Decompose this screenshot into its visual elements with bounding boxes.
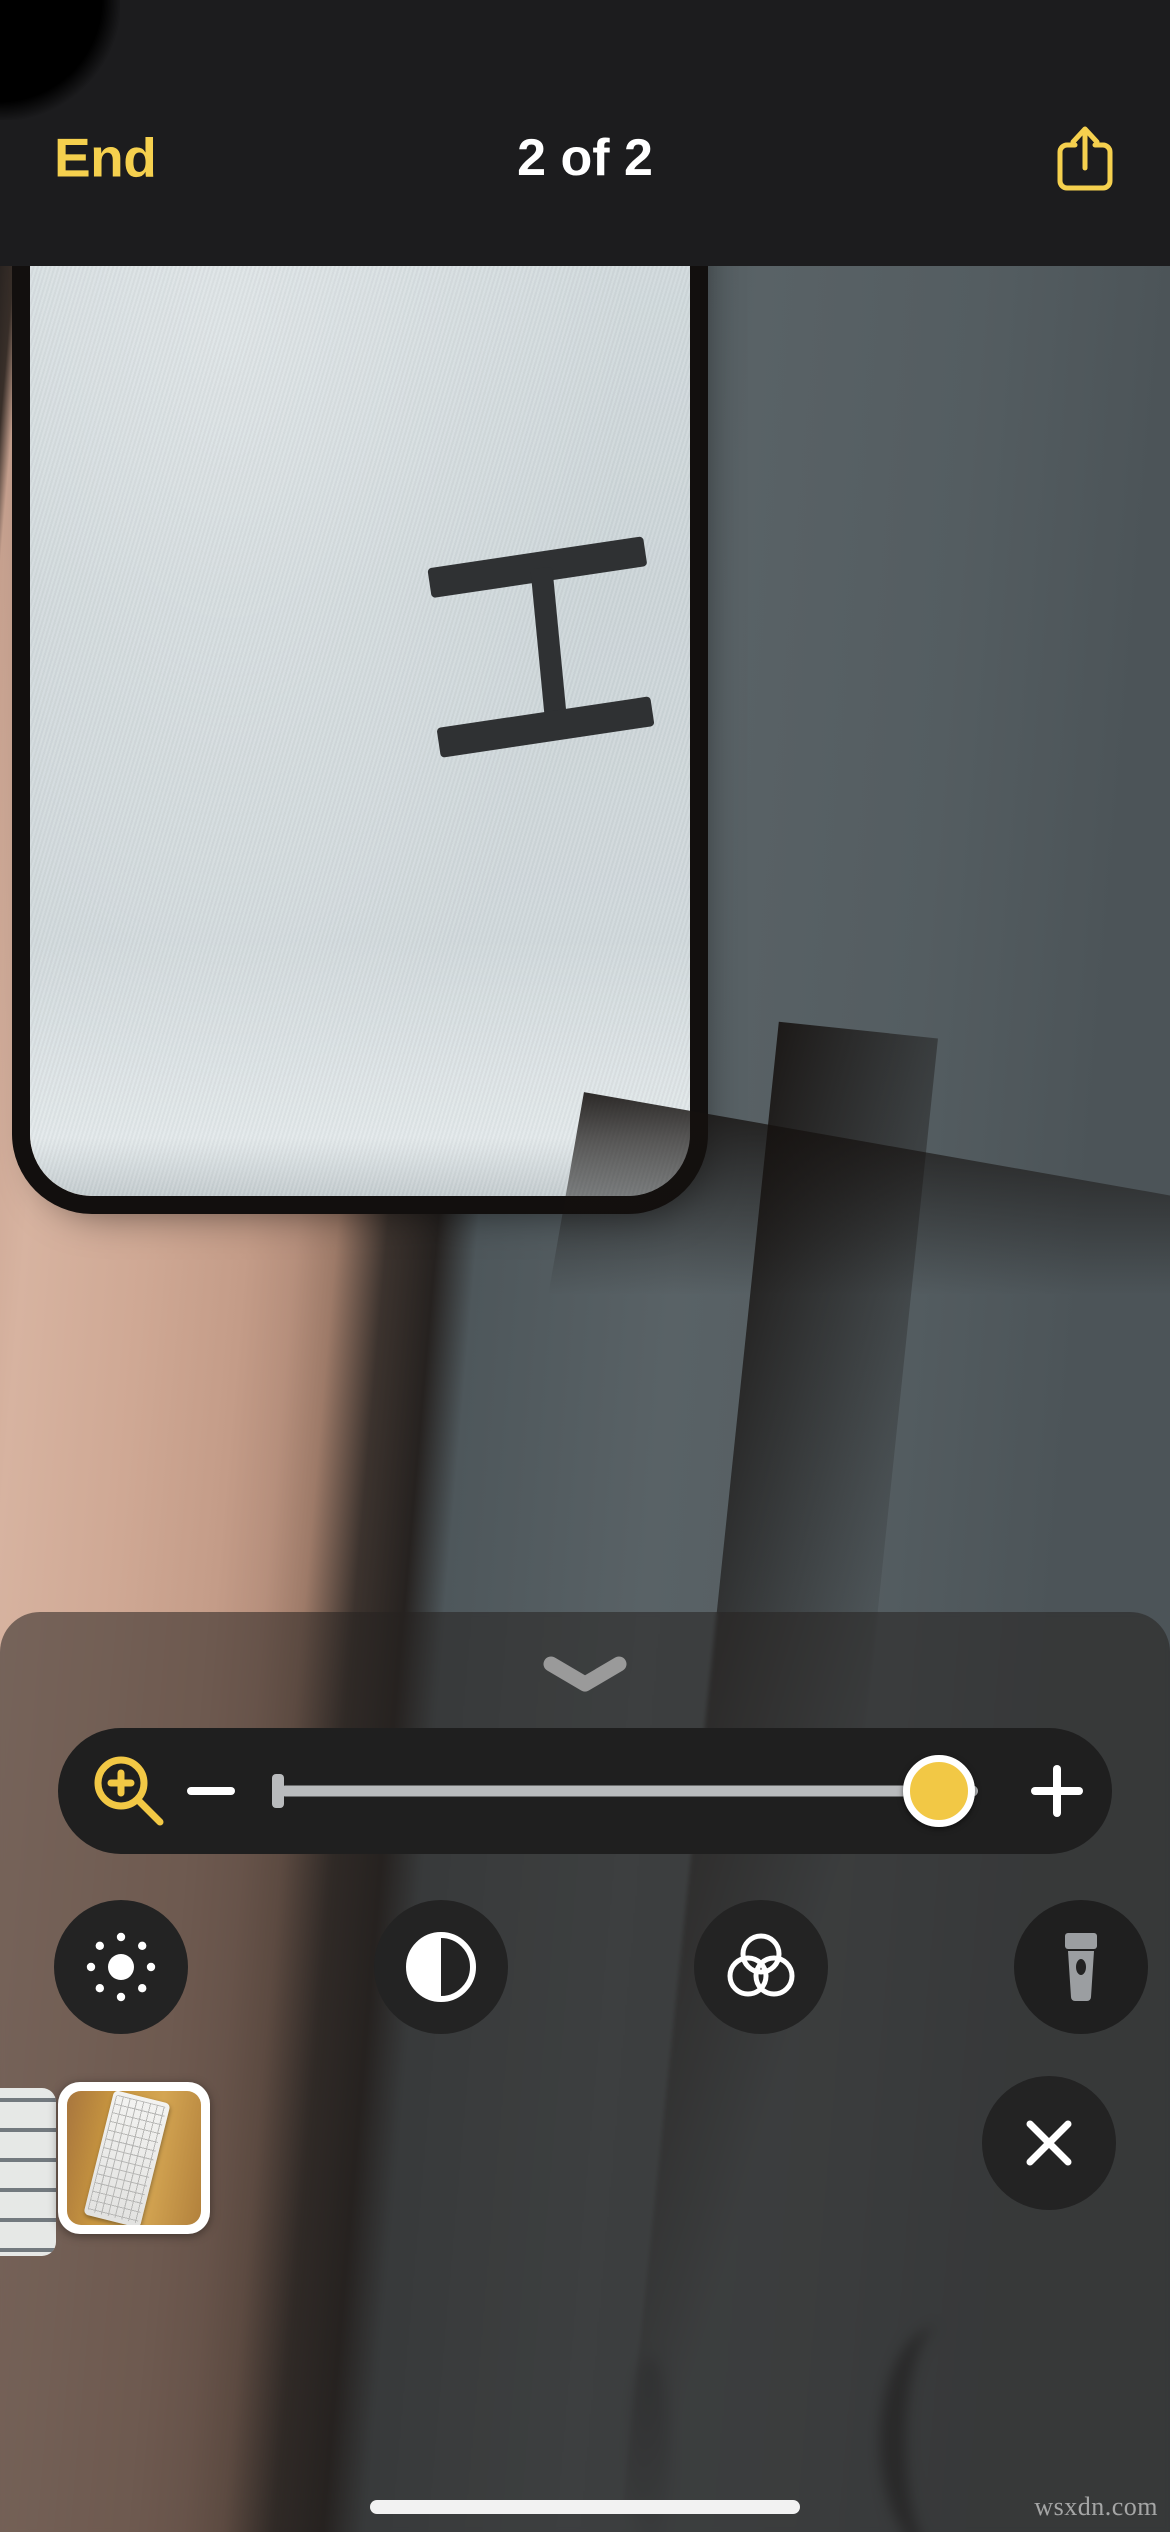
top-navigation-bar: End 2 of 2: [0, 0, 1170, 266]
document-thumbnail: [0, 2088, 56, 2256]
chevron-down-icon[interactable]: [537, 1650, 633, 1694]
flashlight-button[interactable]: [1014, 1900, 1148, 2034]
zoom-slider-row: [58, 1728, 1112, 1854]
keyboard-shape: [83, 2091, 171, 2225]
keyboard-thumbnail: [67, 2091, 201, 2225]
key-glyph-icon: [421, 536, 664, 758]
list-item[interactable]: [0, 2088, 56, 2256]
zoom-slider[interactable]: [262, 1755, 990, 1827]
close-icon: [1026, 2120, 1072, 2166]
flashlight-icon: [1065, 1933, 1097, 2001]
contrast-button[interactable]: [374, 1900, 508, 2034]
plus-icon-vertical: [1053, 1765, 1061, 1817]
magnifier-plus-icon: [90, 1752, 168, 1830]
zoom-slider-thumb[interactable]: [903, 1755, 976, 1827]
home-indicator[interactable]: [370, 2500, 800, 2514]
close-button[interactable]: [982, 2076, 1116, 2210]
color-filters-button[interactable]: [694, 1900, 828, 2034]
watermark: wsxdn.com: [1034, 2492, 1158, 2521]
brightness-button[interactable]: [54, 1900, 188, 2034]
zoom-slider-track: [280, 1785, 978, 1797]
magnified-keyboard-key: [30, 266, 690, 1196]
list-item[interactable]: [58, 2082, 210, 2234]
filter-buttons-row: [0, 1900, 1170, 2040]
share-icon[interactable]: [1054, 123, 1116, 193]
magnifier-screen: End 2 of 2 wsxdn.com: [0, 0, 1170, 2532]
zoom-slider-min-tick: [272, 1774, 284, 1808]
brightness-icon: [86, 1932, 156, 2002]
minus-icon: [187, 1787, 235, 1795]
color-filters-icon: [727, 1933, 795, 1997]
contrast-icon: [406, 1932, 476, 2002]
page-counter-title: 2 of 2: [517, 129, 653, 187]
controls-panel: [0, 1612, 1170, 2532]
zoom-out-button[interactable]: [168, 1787, 254, 1795]
thumbnail-row: [0, 2076, 1170, 2262]
